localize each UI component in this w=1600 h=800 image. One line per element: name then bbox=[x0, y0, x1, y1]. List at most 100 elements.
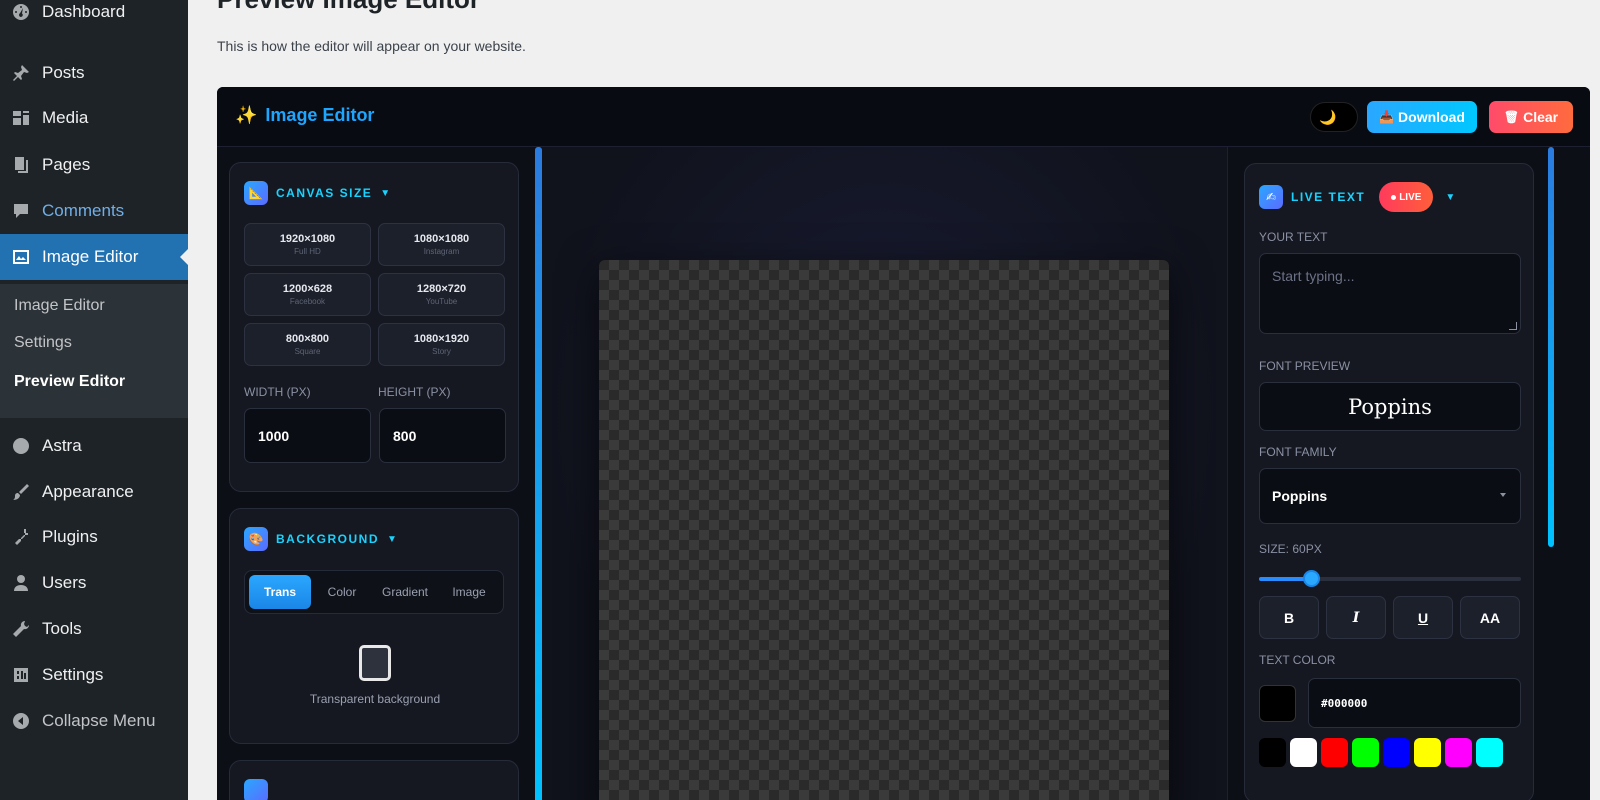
preset-square[interactable]: 800×800 Square bbox=[244, 323, 371, 366]
nav-appearance[interactable]: Appearance bbox=[0, 474, 188, 510]
chevron-down-icon: ▼ bbox=[387, 533, 397, 545]
text-input[interactable]: Start typing... bbox=[1259, 253, 1521, 334]
color-swatch[interactable] bbox=[1290, 738, 1317, 767]
nav-users[interactable]: Users bbox=[0, 565, 188, 601]
ruler-icon: 📐 bbox=[244, 181, 268, 205]
wrench-icon bbox=[10, 618, 32, 640]
clear-label: Clear bbox=[1523, 109, 1559, 125]
width-input[interactable]: 1000 bbox=[244, 408, 371, 463]
live-text-card: ✍ LIVE TEXT LIVE ▼ YOUR TEXT Start typin… bbox=[1244, 163, 1534, 800]
color-swatch[interactable] bbox=[1259, 738, 1286, 767]
nav-settings-label: Settings bbox=[42, 665, 104, 684]
uppercase-button[interactable]: AA bbox=[1460, 596, 1520, 639]
color-swatch[interactable] bbox=[1414, 738, 1441, 767]
nav-settings[interactable]: Settings bbox=[0, 657, 188, 693]
italic-button[interactable]: I bbox=[1326, 596, 1386, 639]
canvas[interactable] bbox=[599, 260, 1169, 800]
pin-icon bbox=[10, 62, 32, 84]
size-slider[interactable] bbox=[1259, 570, 1521, 587]
nav-tools[interactable]: Tools bbox=[0, 611, 188, 647]
nav-media[interactable]: Media bbox=[0, 100, 188, 136]
resize-handle-icon[interactable] bbox=[1509, 322, 1517, 330]
canvas-size-card: 📐 CANVAS SIZE ▼ 1920×1080 Full HD 1080×1… bbox=[229, 162, 519, 492]
transparent-square-icon bbox=[359, 645, 391, 681]
moon-icon: 🌙 bbox=[1319, 108, 1337, 125]
preset-size: 1280×720 bbox=[416, 283, 467, 295]
image-icon bbox=[10, 246, 32, 268]
right-panel-scrollbar[interactable] bbox=[1548, 147, 1554, 547]
clear-button[interactable]: 🗑 Clear bbox=[1489, 101, 1573, 133]
preset-instagram[interactable]: 1080×1080 Instagram bbox=[378, 223, 505, 266]
live-text-header[interactable]: ✍ LIVE TEXT LIVE ▼ bbox=[1259, 182, 1455, 212]
next-section-card bbox=[229, 760, 519, 800]
editor-brand: ✨ Image Editor bbox=[235, 105, 374, 126]
dropdown-arrow-icon bbox=[1500, 493, 1506, 497]
background-card: 🎨 BACKGROUND ▼ Trans Color Gradient Imag… bbox=[229, 508, 519, 744]
next-section-header[interactable] bbox=[244, 779, 268, 800]
canvas-size-header[interactable]: 📐 CANVAS SIZE ▼ bbox=[244, 181, 390, 205]
astra-icon bbox=[10, 435, 32, 457]
chevron-down-icon: ▼ bbox=[1445, 191, 1456, 203]
tab-image[interactable]: Image bbox=[439, 575, 499, 609]
nav-dashboard[interactable]: Dashboard bbox=[0, 0, 188, 30]
page-title: Preview Image Editor bbox=[217, 0, 480, 15]
transparent-background-label: Transparent background bbox=[309, 692, 441, 706]
size-label: SIZE: 60PX bbox=[1259, 542, 1322, 556]
color-swatch[interactable] bbox=[1383, 738, 1410, 767]
user-icon bbox=[10, 572, 32, 594]
preset-story[interactable]: 1080×1920 Story bbox=[378, 323, 505, 366]
nav-posts[interactable]: Posts bbox=[0, 55, 188, 91]
tab-gradient[interactable]: Gradient bbox=[373, 575, 437, 609]
font-family-select[interactable]: Poppins bbox=[1259, 468, 1521, 524]
trash-icon: 🗑 bbox=[1503, 110, 1520, 124]
font-preview: Poppins bbox=[1259, 382, 1521, 431]
preset-label: Square bbox=[294, 347, 321, 356]
preset-full-hd[interactable]: 1920×1080 Full HD bbox=[244, 223, 371, 266]
image-editor-submenu: Image Editor Settings Preview Editor bbox=[0, 284, 188, 418]
bold-button[interactable]: B bbox=[1259, 596, 1319, 639]
color-swatch[interactable] bbox=[1476, 738, 1503, 767]
nav-tools-label: Tools bbox=[42, 619, 82, 638]
preset-label: Facebook bbox=[289, 297, 326, 306]
size-slider-thumb[interactable] bbox=[1303, 570, 1321, 587]
color-swatch[interactable] bbox=[1445, 738, 1472, 767]
nav-plugins-label: Plugins bbox=[42, 527, 98, 546]
background-header[interactable]: 🎨 BACKGROUND ▼ bbox=[244, 527, 397, 551]
submenu-image-editor[interactable]: Image Editor bbox=[14, 297, 105, 315]
nav-astra[interactable]: Astra bbox=[0, 428, 188, 464]
text-color-label: TEXT COLOR bbox=[1259, 653, 1336, 667]
nav-plugins[interactable]: Plugins bbox=[0, 519, 188, 555]
tab-trans[interactable]: Trans bbox=[249, 575, 311, 609]
dashboard-icon bbox=[10, 1, 32, 23]
preset-size: 1920×1080 bbox=[279, 233, 336, 245]
download-button[interactable]: 📥 Download bbox=[1367, 101, 1477, 133]
preset-youtube[interactable]: 1280×720 YouTube bbox=[378, 273, 505, 316]
nav-comments[interactable]: Comments bbox=[0, 193, 188, 229]
page-description: This is how the editor will appear on yo… bbox=[217, 38, 526, 54]
left-panel-scrollbar[interactable] bbox=[535, 147, 542, 800]
download-icon: 📥 bbox=[1379, 110, 1395, 124]
nav-collapse-menu[interactable]: Collapse Menu bbox=[0, 703, 188, 739]
submenu-settings[interactable]: Settings bbox=[14, 334, 72, 352]
color-swatch[interactable] bbox=[1352, 738, 1379, 767]
preset-label: Story bbox=[432, 347, 451, 356]
submenu-preview-editor[interactable]: Preview Editor bbox=[14, 373, 125, 391]
theme-toggle[interactable]: 🌙 bbox=[1310, 102, 1358, 132]
preset-facebook[interactable]: 1200×628 Facebook bbox=[244, 273, 371, 316]
nav-pages[interactable]: Pages bbox=[0, 147, 188, 183]
nav-image-editor-label: Image Editor bbox=[42, 247, 139, 266]
color-swatch[interactable] bbox=[1321, 738, 1348, 767]
text-color-hex-input[interactable]: #000000 bbox=[1308, 678, 1521, 728]
nav-pages-label: Pages bbox=[42, 155, 91, 174]
pages-icon bbox=[10, 154, 32, 176]
underline-button[interactable]: U bbox=[1393, 596, 1453, 639]
text-color-swatch[interactable] bbox=[1259, 685, 1296, 722]
nav-image-editor[interactable]: Image Editor bbox=[0, 234, 188, 280]
canvas-size-title: CANVAS SIZE bbox=[276, 186, 373, 200]
chevron-down-icon: ▼ bbox=[380, 187, 391, 199]
nav-comments-label: Comments bbox=[42, 201, 125, 220]
height-input[interactable]: 800 bbox=[379, 408, 506, 463]
tab-color[interactable]: Color bbox=[313, 575, 371, 609]
nav-dashboard-label: Dashboard bbox=[42, 2, 126, 21]
left-panel: 📐 CANVAS SIZE ▼ 1920×1080 Full HD 1080×1… bbox=[217, 147, 542, 800]
